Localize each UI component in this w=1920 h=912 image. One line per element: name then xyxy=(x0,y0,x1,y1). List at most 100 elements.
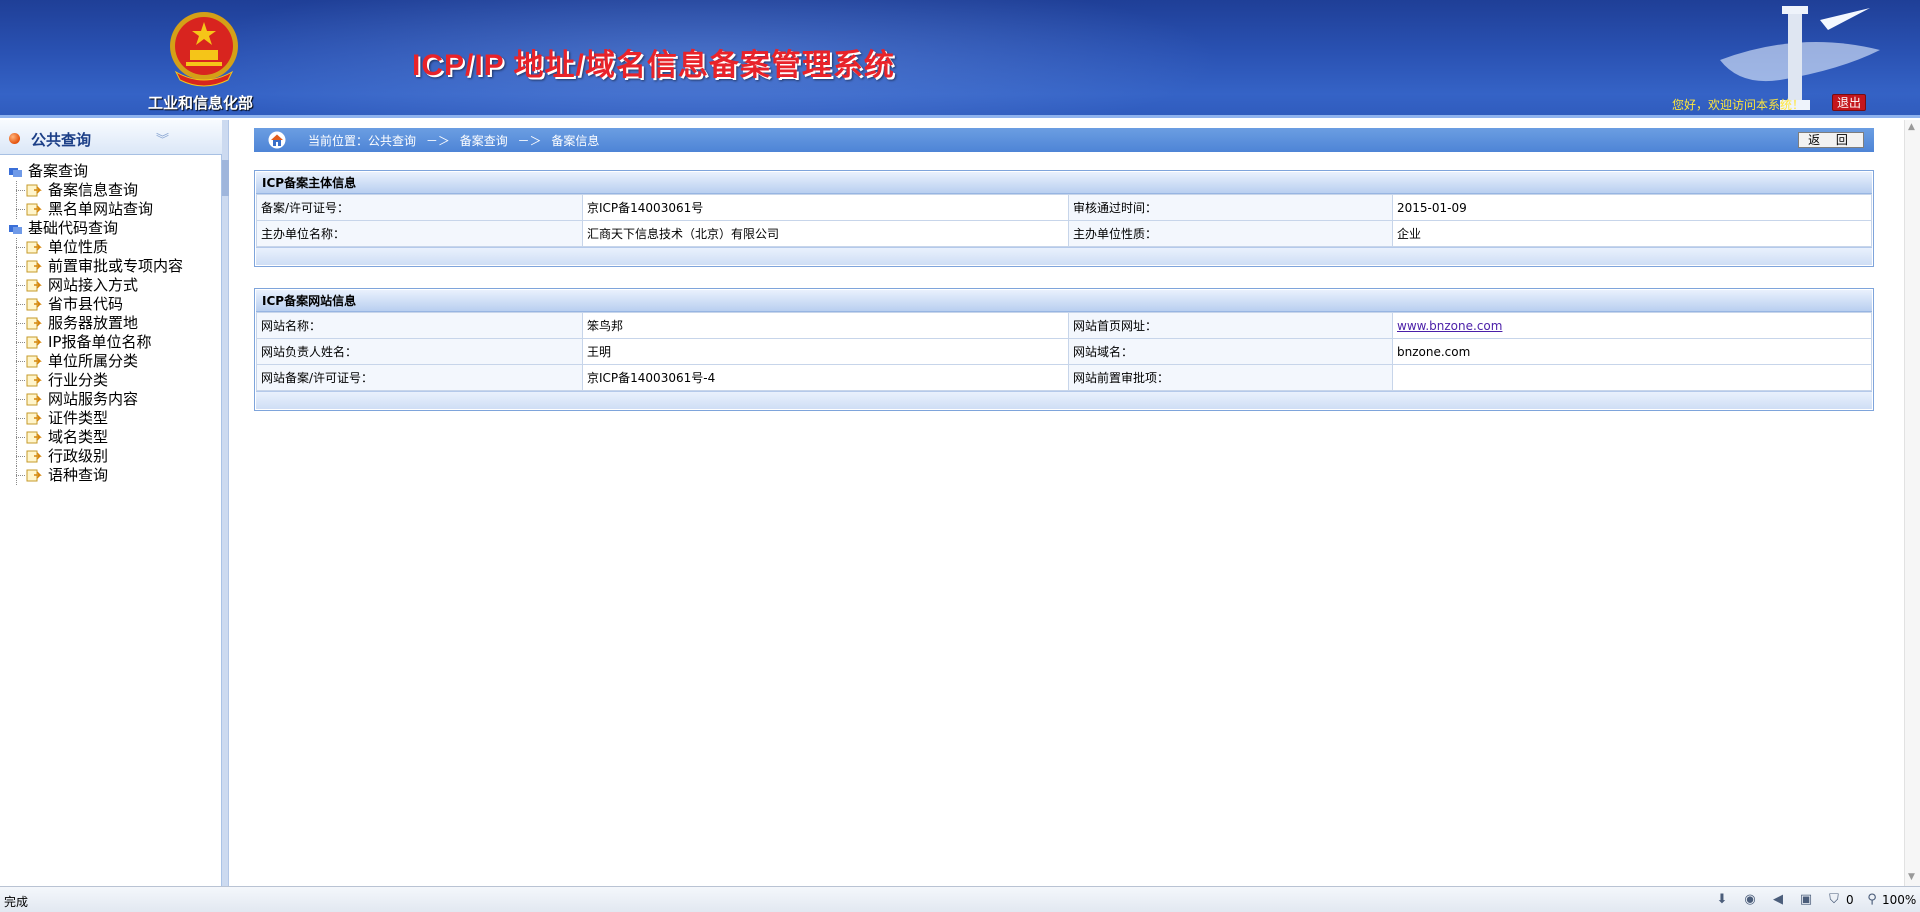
ministry-name: 工业和信息化部 xyxy=(148,94,254,112)
field-label: 网站前置审批项： xyxy=(1068,364,1393,391)
tree-item[interactable]: 证件类型 xyxy=(4,409,218,428)
panel-footer xyxy=(256,391,1872,409)
tree-item[interactable]: 行政级别 xyxy=(4,447,218,466)
tree-item[interactable]: 网站接入方式 xyxy=(4,276,218,295)
doc-arrow-icon xyxy=(26,393,42,406)
nav-tree: 备案查询 备案信息查询 黑名单网站查询 基础代码查询 单位性质 前置审批或专项内容 网站接入… xyxy=(4,162,218,485)
eye-icon[interactable]: ◉ xyxy=(1742,892,1758,908)
sidebar: 公共查询 ︾ 备案查询 备案信息查询 黑名单网站查询 基础代码查询 单位性质 前置审批或专… xyxy=(0,120,222,886)
sidebar-header[interactable]: 公共查询 ︾ xyxy=(0,120,222,155)
header-stripe xyxy=(0,115,1920,118)
doc-arrow-icon xyxy=(26,279,42,292)
field-label: 网站名称： xyxy=(256,312,583,339)
tree-group[interactable]: 备案查询 xyxy=(4,162,218,181)
back-button[interactable]: 返 回 xyxy=(1798,132,1864,148)
doc-arrow-icon xyxy=(26,412,42,425)
doc-arrow-icon xyxy=(26,298,42,311)
breadcrumb-level2[interactable]: 备案查询 xyxy=(460,134,508,148)
tree-item[interactable]: 行业分类 xyxy=(4,371,218,390)
sidebar-title: 公共查询 xyxy=(31,131,92,149)
tree-item-label[interactable]: 网站接入方式 xyxy=(48,276,138,295)
field-label: 备案/许可证号： xyxy=(256,194,583,221)
tree-item[interactable]: 语种查询 xyxy=(4,466,218,485)
tree-line xyxy=(16,399,25,400)
vertical-scrollbar[interactable]: ▲ ▼ xyxy=(1904,120,1920,886)
tree-item[interactable]: 省市县代码 xyxy=(4,295,218,314)
tree-item-label[interactable]: 单位所属分类 xyxy=(48,352,138,371)
breadcrumb: 当前位置：公共查询 －＞ 备案查询 －＞ 备案信息 xyxy=(254,128,1494,152)
tree-item-label[interactable]: 省市县代码 xyxy=(48,295,123,314)
tree-item[interactable]: 域名类型 xyxy=(4,428,218,447)
blocked-count: 0 xyxy=(1846,893,1854,907)
doc-arrow-icon xyxy=(26,317,42,330)
scroll-down-icon[interactable]: ▼ xyxy=(1908,872,1918,882)
homepage-link[interactable]: www.bnzone.com xyxy=(1397,319,1502,333)
status-bar: 完成 ⬇ ◉ ◀ ▣ ⛉ 0 ⚲ 100% xyxy=(0,886,1920,912)
tree-item[interactable]: 黑名单网站查询 xyxy=(4,200,218,219)
chevron-down-icon[interactable]: ︾ xyxy=(156,129,169,148)
doc-arrow-icon xyxy=(26,203,42,216)
tree-item-label[interactable]: 单位性质 xyxy=(48,238,108,257)
logout-button[interactable]: 退出 xyxy=(1832,94,1866,111)
doc-arrow-icon xyxy=(26,260,42,273)
breadcrumb-text: 当前位置：公共查询 －＞ 备案查询 －＞ 备案信息 xyxy=(308,132,605,149)
home-icon[interactable] xyxy=(268,131,286,149)
tree-item-label[interactable]: 前置审批或专项内容 xyxy=(48,257,183,276)
tree-line xyxy=(16,247,25,248)
tree-group-label[interactable]: 备案查询 xyxy=(28,162,88,181)
tree-line xyxy=(16,418,25,419)
panel-title: ICP备案网站信息 xyxy=(256,290,1872,312)
tree-item-label[interactable]: 域名类型 xyxy=(48,428,108,447)
tree-group[interactable]: 基础代码查询 xyxy=(4,219,218,238)
table-row: 网站备案/许可证号： 京ICP备14003061号-4 网站前置审批项： xyxy=(256,364,1872,391)
field-value: 京ICP备14003061号 xyxy=(582,194,1069,221)
table-row: 备案/许可证号： 京ICP备14003061号 审核通过时间： 2015-01-09 xyxy=(256,194,1872,221)
tree-item-label[interactable]: 证件类型 xyxy=(48,409,108,428)
tree-item-label[interactable]: IP报备单位名称 xyxy=(48,333,151,352)
tree-line xyxy=(16,475,25,476)
zoom-level[interactable]: 100% xyxy=(1882,893,1916,907)
field-label: 网站备案/许可证号： xyxy=(256,364,583,391)
tree-item-label[interactable]: 备案信息查询 xyxy=(48,181,138,200)
tree-item[interactable]: 单位所属分类 xyxy=(4,352,218,371)
breadcrumb-level3: 备案信息 xyxy=(551,134,600,148)
tree-item-label[interactable]: 语种查询 xyxy=(48,466,108,485)
tree-item[interactable]: 服务器放置地 xyxy=(4,314,218,333)
doc-arrow-icon xyxy=(26,241,42,254)
table-row: 主办单位名称： 汇商天下信息技术（北京）有限公司 主办单位性质： 企业 xyxy=(256,220,1872,247)
collapse-handle[interactable] xyxy=(222,160,229,196)
tree-item[interactable]: 网站服务内容 xyxy=(4,390,218,409)
tree-item[interactable]: 单位性质 xyxy=(4,238,218,257)
doc-arrow-icon xyxy=(26,431,42,444)
tree-line xyxy=(16,380,25,381)
tree-line xyxy=(16,323,25,324)
field-label: 网站域名： xyxy=(1068,338,1393,365)
shield-icon[interactable]: ⛉ xyxy=(1826,892,1842,908)
field-value: 王明 xyxy=(582,338,1069,365)
scroll-up-icon[interactable]: ▲ xyxy=(1908,122,1918,132)
tree-item-label[interactable]: 行业分类 xyxy=(48,371,108,390)
site-info-table: 网站名称： 笨鸟邦 网站首页网址： www.bnzone.com 网站负责人姓名： 王明网… xyxy=(256,312,1872,391)
tree-group-label[interactable]: 基础代码查询 xyxy=(28,219,118,238)
breadcrumb-prefix: 当前位置：公共查询 xyxy=(308,134,417,148)
tree-item-label[interactable]: 黑名单网站查询 xyxy=(48,200,153,219)
tree-item-label[interactable]: 网站服务内容 xyxy=(48,390,138,409)
breadcrumb-separator: －＞ xyxy=(425,134,450,148)
tree-item-label[interactable]: 服务器放置地 xyxy=(48,314,138,333)
tree-item[interactable]: IP报备单位名称 xyxy=(4,333,218,352)
tree-item[interactable]: 备案信息查询 xyxy=(4,181,218,200)
field-value: 企业 xyxy=(1392,220,1872,247)
camera-icon[interactable]: ▣ xyxy=(1798,892,1814,908)
tree-item[interactable]: 前置审批或专项内容 xyxy=(4,257,218,276)
doc-arrow-icon xyxy=(26,374,42,387)
field-value: 2015-01-09 xyxy=(1392,194,1872,221)
sidebar-collapse-bar[interactable] xyxy=(222,120,229,886)
tree-item-label[interactable]: 行政级别 xyxy=(48,447,108,466)
download-icon[interactable]: ⬇ xyxy=(1714,892,1730,908)
tree-line xyxy=(16,266,25,267)
folder-group-icon xyxy=(9,225,22,234)
tree-line xyxy=(16,342,25,343)
speaker-icon[interactable]: ◀ xyxy=(1770,892,1786,908)
zoom-icon[interactable]: ⚲ xyxy=(1864,892,1880,908)
doc-arrow-icon xyxy=(26,469,42,482)
